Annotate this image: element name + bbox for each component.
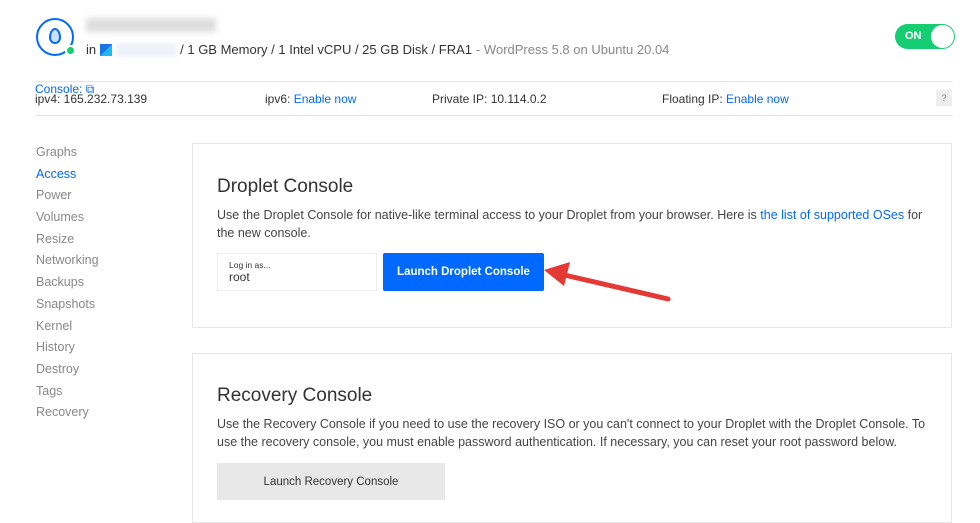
annotation-arrow-icon xyxy=(544,262,671,302)
droplet-console-title: Droplet Console xyxy=(217,176,354,197)
ipv6-label: ipv6: xyxy=(265,92,291,106)
help-icon[interactable]: ? xyxy=(936,90,952,106)
sidebar-nav: Graphs Access Power Volumes Resize Netwo… xyxy=(36,145,99,427)
login-as-field[interactable]: Log in as... root xyxy=(217,253,377,291)
sidebar-item-backups[interactable]: Backups xyxy=(36,275,99,297)
status-dot-icon xyxy=(65,45,76,56)
supported-oses-link[interactable]: the list of supported OSes xyxy=(760,208,904,222)
login-as-value: root xyxy=(229,270,250,284)
recovery-console-card: Recovery Console Use the Recovery Consol… xyxy=(192,353,952,523)
floating-ip-enable-link[interactable]: Enable now xyxy=(726,92,789,106)
project-name-redacted xyxy=(116,42,177,57)
sidebar-item-volumes[interactable]: Volumes xyxy=(36,210,99,232)
sidebar-item-snapshots[interactable]: Snapshots xyxy=(36,297,99,319)
sidebar-item-kernel[interactable]: Kernel xyxy=(36,319,99,341)
ipv4-address: ipv4: 165.232.73.139 xyxy=(35,92,148,106)
floating-ip-label: Floating IP: xyxy=(662,92,723,106)
sidebar-item-recovery[interactable]: Recovery xyxy=(36,405,99,427)
sidebar-item-resize[interactable]: Resize xyxy=(36,232,99,254)
launch-recovery-console-button[interactable]: Launch Recovery Console xyxy=(217,463,445,500)
droplet-specs: / 1 GB Memory / 1 Intel vCPU / 25 GB Dis… xyxy=(180,42,472,57)
sidebar-item-networking[interactable]: Networking xyxy=(36,253,99,275)
private-ip-label: Private IP: xyxy=(432,92,488,106)
private-ip-value: 10.114.0.2 xyxy=(490,92,547,106)
info-bar: ipv4: 165.232.73.139 ipv6: Enable now Pr… xyxy=(35,81,953,116)
droplet-meta: in / 1 GB Memory / 1 Intel vCPU / 25 GB … xyxy=(86,42,669,57)
login-as-label: Log in as... xyxy=(229,260,271,270)
sidebar-item-history[interactable]: History xyxy=(36,340,99,362)
sidebar-item-access[interactable]: Access xyxy=(36,167,99,189)
recovery-console-description: Use the Recovery Console if you need to … xyxy=(217,417,926,449)
sidebar-item-graphs[interactable]: Graphs xyxy=(36,145,99,167)
in-label: in xyxy=(86,42,97,57)
droplet-console-description: Use the Droplet Console for native-like … xyxy=(217,206,927,242)
droplet-logo-icon xyxy=(36,18,76,56)
sidebar-item-power[interactable]: Power xyxy=(36,188,99,210)
power-toggle[interactable]: ON xyxy=(895,24,955,49)
recovery-console-title: Recovery Console xyxy=(217,385,373,406)
sidebar-item-tags[interactable]: Tags xyxy=(36,384,99,406)
sidebar-item-destroy[interactable]: Destroy xyxy=(36,362,99,384)
launch-droplet-console-button[interactable]: Launch Droplet Console xyxy=(383,253,544,291)
droplet-name-redacted xyxy=(86,18,216,32)
description-text: Use the Droplet Console for native-like … xyxy=(217,208,757,222)
ipv6-enable-link[interactable]: Enable now xyxy=(294,92,357,106)
project-icon xyxy=(100,43,113,56)
droplet-image: - WordPress 5.8 on Ubuntu 20.04 xyxy=(475,42,670,57)
power-state: ON xyxy=(905,30,922,42)
